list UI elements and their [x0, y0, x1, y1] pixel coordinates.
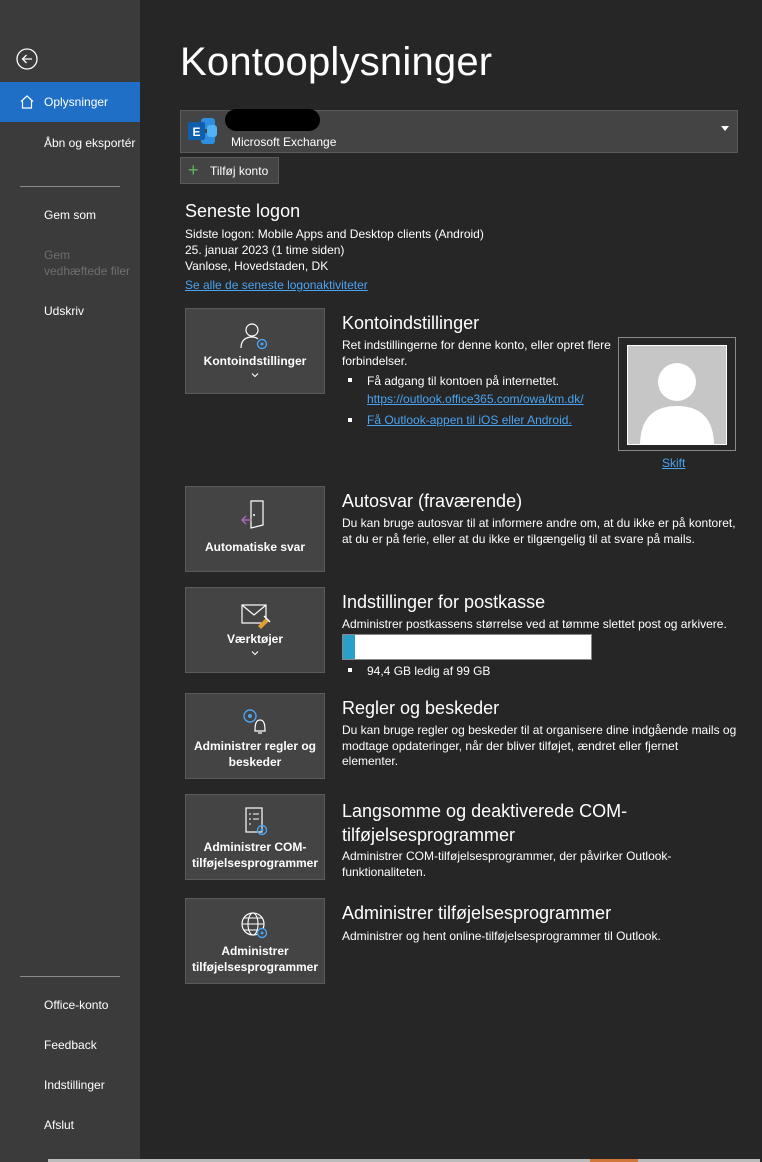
- manage-addins-tile-label: Administrer tilføjelsesprogrammer: [191, 944, 319, 974]
- mailbox-settings-heading: Indstillinger for postkasse: [342, 592, 546, 612]
- nav-item-label: Oplysninger: [44, 95, 109, 109]
- com-addins-icon: [245, 807, 268, 836]
- account-settings-tile-label: Kontoindstillinger: [203, 354, 307, 368]
- manage-addins-heading: Administrer tilføjelsesprogrammer: [342, 903, 612, 923]
- mailbox-tools-icon: [241, 604, 271, 629]
- com-addins-heading: Langsomme og deaktiverede COM-tilføjelse…: [342, 801, 628, 845]
- account-selector[interactable]: E Microsoft Exchange: [180, 109, 738, 153]
- nav-item-save-as[interactable]: Gem som: [44, 207, 136, 223]
- rules-alerts-tile[interactable]: Administrer regler og beskeder: [185, 693, 325, 779]
- account-settings-tile[interactable]: Kontoindstillinger: [185, 308, 325, 394]
- exchange-icon: E: [188, 118, 217, 144]
- web-access-text: Få adgang til kontoen på internettet.: [367, 374, 560, 388]
- avatar: [627, 345, 727, 445]
- manage-addins-tile[interactable]: Administrer tilføjelsesprogrammer: [185, 898, 325, 984]
- mailbox-usage-bar: [342, 634, 592, 660]
- rules-alerts-icon: [243, 709, 266, 734]
- nav-item-options[interactable]: Indstillinger: [44, 1077, 136, 1093]
- last-logon-location: Vanlose, Hovedstaden, DK: [185, 259, 329, 273]
- nav-item-open-export[interactable]: Åbn og eksportér: [44, 135, 136, 151]
- mailbox-usage-fill: [343, 635, 355, 659]
- nav-item-office-account[interactable]: Office-konto: [44, 997, 136, 1013]
- nav-item-feedback[interactable]: Feedback: [44, 1037, 136, 1053]
- nav-item-print[interactable]: Udskriv: [44, 303, 136, 319]
- owa-link[interactable]: https://outlook.office365.com/owa/km.dk/: [367, 391, 584, 407]
- tools-tile[interactable]: Værktøjer: [185, 587, 325, 673]
- chevron-down-icon: [721, 126, 729, 131]
- change-photo-link[interactable]: Skift: [662, 455, 685, 471]
- last-logon-date: 25. januar 2023 (1 time siden): [185, 243, 345, 257]
- sidebar-divider: [20, 186, 120, 187]
- com-addins-tile[interactable]: Administrer COM-tilføjelsesprogrammer: [185, 794, 325, 880]
- account-settings-desc: Ret indstillingerne for denne konto, ell…: [342, 338, 611, 368]
- account-type: Microsoft Exchange: [231, 135, 337, 149]
- account-settings-heading: Kontoindstillinger: [342, 313, 480, 333]
- automatic-replies-tile-label: Automatiske svar: [204, 540, 306, 554]
- com-addins-tile-label: Administrer COM-tilføjelsesprogrammer: [191, 840, 319, 870]
- add-account-button[interactable]: + Tilføj konto: [180, 157, 279, 184]
- home-icon: [20, 95, 34, 109]
- redacted-account-name: [225, 109, 320, 131]
- bullet: [348, 418, 352, 422]
- svg-text:E: E: [192, 125, 200, 139]
- person-placeholder-icon: [640, 363, 714, 444]
- back-arrow-icon: [16, 48, 38, 70]
- rules-alerts-tile-label: Administrer regler og beskeder: [193, 739, 317, 769]
- sidebar-divider: [20, 976, 120, 977]
- account-settings-icon: [240, 323, 268, 350]
- tools-tile-label: Værktøjer: [226, 632, 284, 646]
- bullet: [348, 378, 352, 382]
- bullet: [348, 668, 352, 672]
- back-button[interactable]: [15, 47, 39, 71]
- nav-item-save-attachments: Gem vedhæftede filer: [44, 248, 131, 278]
- chevron-down-icon: [251, 651, 259, 656]
- page-title: Kontooplysninger: [180, 40, 493, 84]
- globe-settings-icon: [241, 912, 268, 939]
- view-logon-activity-link[interactable]: Se alle de seneste logonaktiviteter: [185, 277, 368, 293]
- profile-photo: [618, 337, 736, 451]
- last-logon-heading: Seneste logon: [185, 201, 301, 221]
- chevron-down-icon: [251, 373, 259, 378]
- backstage-sidebar: Oplysninger Åbn og eksportér Gem som Gem…: [0, 0, 140, 1162]
- auto-reply-heading: Autosvar (fraværende): [342, 491, 523, 511]
- add-account-label: Tilføj konto: [210, 164, 269, 178]
- automatic-replies-tile[interactable]: Automatiske svar: [185, 486, 325, 572]
- nav-item-exit[interactable]: Afslut: [44, 1117, 136, 1133]
- nav-item-info[interactable]: Oplysninger: [0, 82, 140, 122]
- plus-icon: +: [188, 160, 199, 180]
- automatic-replies-icon: [241, 500, 264, 529]
- last-logon-text: Sidste logon: Mobile Apps and Desktop cl…: [185, 227, 484, 241]
- rules-desc: Du kan bruge regler og beskeder til at o…: [342, 723, 737, 768]
- auto-reply-desc: Du kan bruge autosvar til at informere a…: [342, 516, 736, 546]
- mailbox-usage-text: 94,4 GB ledig af 99 GB: [367, 664, 491, 678]
- com-addins-desc: Administrer COM-tilføjelsesprogrammer, d…: [342, 849, 672, 879]
- mailbox-settings-desc: Administrer postkassens størrelse ved at…: [342, 617, 727, 631]
- rules-heading: Regler og beskeder: [342, 698, 500, 718]
- outlook-app-link[interactable]: Få Outlook-appen til iOS eller Android.: [367, 412, 572, 428]
- manage-addins-desc: Administrer og hent online-tilføjelsespr…: [342, 929, 661, 943]
